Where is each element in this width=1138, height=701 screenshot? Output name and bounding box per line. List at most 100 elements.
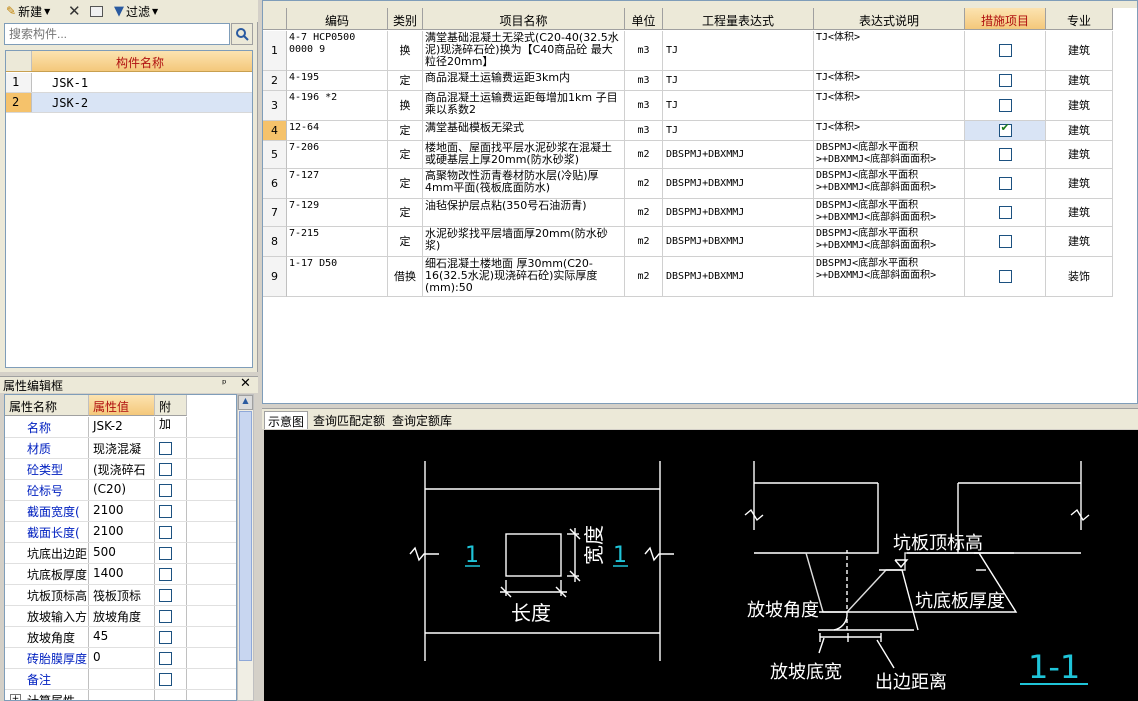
- quota-type[interactable]: 换: [388, 31, 423, 71]
- extra-checkbox[interactable]: [159, 631, 172, 644]
- expression-desc[interactable]: DBSPMJ<底部水平面积>+DBXMMJ<底部斜面面积>: [814, 257, 965, 297]
- measure-checkbox[interactable]: [998, 122, 1012, 137]
- expression-cell[interactable]: DBSPMJ+DBXMMJ: [663, 257, 814, 297]
- measure-checkbox[interactable]: [998, 74, 1012, 87]
- quota-code[interactable]: 1-17 D50: [287, 257, 388, 297]
- extra-checkbox[interactable]: [159, 547, 172, 560]
- quota-name[interactable]: 楼地面、屋面找平层水泥砂浆在混凝土或硬基层上厚20mm(防水砂浆): [423, 141, 625, 169]
- expression-cell[interactable]: TJ: [663, 121, 814, 141]
- expression-cell[interactable]: DBSPMJ+DBXMMJ: [663, 227, 814, 257]
- extra-checkbox[interactable]: [159, 652, 172, 665]
- unit-cell[interactable]: m2: [625, 141, 663, 169]
- quota-code[interactable]: 4-7 HCP0500 0000 9: [287, 31, 388, 71]
- quota-code[interactable]: 7-129: [287, 199, 388, 227]
- table-row[interactable]: 8 7-215 定水泥砂浆找平层墙面厚20mm(防水砂浆) m2 DBSPMJ+DBXM…: [263, 227, 1113, 257]
- extra-checkbox[interactable]: [159, 442, 172, 455]
- measure-cell[interactable]: [965, 169, 1046, 199]
- prop-value[interactable]: 45: [89, 627, 155, 647]
- expression-cell[interactable]: DBSPMJ+DBXMMJ: [663, 169, 814, 199]
- measure-cell[interactable]: [965, 31, 1046, 71]
- measure-cell[interactable]: [965, 257, 1046, 297]
- expression-desc[interactable]: TJ<体积>: [814, 31, 965, 71]
- column-header-item-name[interactable]: 项目名称: [423, 8, 625, 30]
- list-item[interactable]: 1 JSK-1: [6, 73, 252, 93]
- prop-value[interactable]: [89, 690, 155, 700]
- extra-checkbox[interactable]: [159, 484, 172, 497]
- table-row[interactable]: 1 4-7 HCP0500 0000 9 换满堂基础混凝土无梁式(C20-40(32…: [263, 31, 1113, 71]
- prop-row[interactable]: 备注: [5, 669, 236, 690]
- prop-row[interactable]: + 计算属性: [5, 690, 236, 700]
- quota-type[interactable]: 定: [388, 169, 423, 199]
- specialty-cell[interactable]: 装饰: [1046, 257, 1113, 297]
- measure-checkbox[interactable]: [998, 148, 1012, 161]
- search-input[interactable]: [4, 23, 230, 45]
- prop-value[interactable]: 筏板顶标: [89, 585, 155, 605]
- table-row[interactable]: 9 1-17 D50 借换 细石混凝土楼地面 厚30mm(C20-16(32.5水泥)…: [263, 257, 1113, 297]
- prop-row[interactable]: 坑底出边距 500: [5, 543, 236, 564]
- prop-row[interactable]: 砼类型 (现浇碎石: [5, 459, 236, 480]
- quota-name[interactable]: 满堂基础模板无梁式: [423, 121, 625, 141]
- prop-value[interactable]: JSK-2: [89, 417, 155, 437]
- quota-code[interactable]: 7-206: [287, 141, 388, 169]
- prop-value[interactable]: 放坡角度: [89, 606, 155, 626]
- prop-value[interactable]: 500: [89, 543, 155, 563]
- quota-code[interactable]: 12-64: [287, 121, 388, 141]
- extra-checkbox[interactable]: [159, 526, 172, 539]
- measure-cell[interactable]: [965, 141, 1046, 169]
- table-row[interactable]: 7 7-129 定油毡保护层点粘(350号石油沥青) m2 DBSPMJ+DBXMMJ D…: [263, 199, 1113, 227]
- quota-code[interactable]: 4-195: [287, 71, 388, 91]
- prop-value[interactable]: 2100: [89, 501, 155, 521]
- measure-cell[interactable]: [965, 121, 1046, 141]
- table-row[interactable]: 2 4-195 定商品混凝土运输费运距3km内 m3 TJ TJ<体积> 建筑: [263, 71, 1113, 91]
- prop-row[interactable]: 砖胎膜厚度 0: [5, 648, 236, 669]
- props-scrollbar[interactable]: ▲: [237, 394, 254, 701]
- quota-code[interactable]: 4-196 *2: [287, 91, 388, 121]
- expression-desc[interactable]: DBSPMJ<底部水平面积>+DBXMMJ<底部斜面面积>: [814, 227, 965, 257]
- prop-row[interactable]: 截面长度(2100: [5, 522, 236, 543]
- prop-row[interactable]: 放坡输入方 放坡角度: [5, 606, 236, 627]
- table-row[interactable]: 5 7-206 定楼地面、屋面找平层水泥砂浆在混凝土或硬基层上厚20mm(防水砂浆)…: [263, 141, 1113, 169]
- new-button[interactable]: ✎ 新建 ▼: [6, 2, 50, 20]
- extra-checkbox[interactable]: [159, 568, 172, 581]
- extra-checkbox[interactable]: [159, 505, 172, 518]
- measure-cell[interactable]: [965, 71, 1046, 91]
- list-item[interactable]: 2 JSK-2: [6, 93, 252, 113]
- quota-name[interactable]: 商品混凝土运输费运距3km内: [423, 71, 625, 91]
- specialty-cell[interactable]: 建筑: [1046, 121, 1113, 141]
- prop-row[interactable]: 材质 现浇混凝: [5, 438, 236, 459]
- measure-checkbox[interactable]: [998, 270, 1012, 283]
- measure-cell[interactable]: [965, 199, 1046, 227]
- unit-cell[interactable]: m3: [625, 31, 663, 71]
- column-header-type[interactable]: 类别: [388, 8, 423, 30]
- quota-code[interactable]: 7-215: [287, 227, 388, 257]
- quota-code[interactable]: 7-127: [287, 169, 388, 199]
- prop-value[interactable]: (C20): [89, 480, 155, 500]
- expression-cell[interactable]: DBSPMJ+DBXMMJ: [663, 199, 814, 227]
- quota-type[interactable]: 定: [388, 71, 423, 91]
- prop-row[interactable]: 坑底板厚度 1400: [5, 564, 236, 585]
- unit-cell[interactable]: m2: [625, 227, 663, 257]
- filter-button[interactable]: ▼ 过滤 ▼: [114, 2, 158, 20]
- specialty-cell[interactable]: 建筑: [1046, 141, 1113, 169]
- pin-icon[interactable]: ᵖ: [222, 377, 227, 390]
- specialty-cell[interactable]: 建筑: [1046, 169, 1113, 199]
- prop-value[interactable]: (现浇碎石: [89, 459, 155, 479]
- measure-checkbox[interactable]: [998, 177, 1012, 190]
- extra-checkbox[interactable]: [159, 673, 172, 686]
- prop-value[interactable]: 2100: [89, 522, 155, 542]
- column-header-specialty[interactable]: 专业: [1046, 8, 1113, 30]
- tab-match-quota[interactable]: 查询匹配定额: [310, 411, 388, 429]
- table-row[interactable]: 6 7-127 定高聚物改性沥青卷材防水层(冷贴)厚4mm平面(筏板底面防水) m2 D…: [263, 169, 1113, 199]
- extra-checkbox[interactable]: [159, 610, 172, 623]
- tab-quota-library[interactable]: 查询定额库: [389, 411, 455, 429]
- prop-row[interactable]: 名称 JSK-2: [5, 417, 236, 438]
- specialty-cell[interactable]: 建筑: [1046, 31, 1113, 71]
- unit-cell[interactable]: m3: [625, 121, 663, 141]
- quota-type[interactable]: 换: [388, 91, 423, 121]
- expression-cell[interactable]: TJ: [663, 91, 814, 121]
- quota-name[interactable]: 水泥砂浆找平层墙面厚20mm(防水砂浆): [423, 227, 625, 257]
- specialty-cell[interactable]: 建筑: [1046, 71, 1113, 91]
- delete-button[interactable]: ✕: [68, 2, 81, 20]
- unit-cell[interactable]: m3: [625, 71, 663, 91]
- specialty-cell[interactable]: 建筑: [1046, 91, 1113, 121]
